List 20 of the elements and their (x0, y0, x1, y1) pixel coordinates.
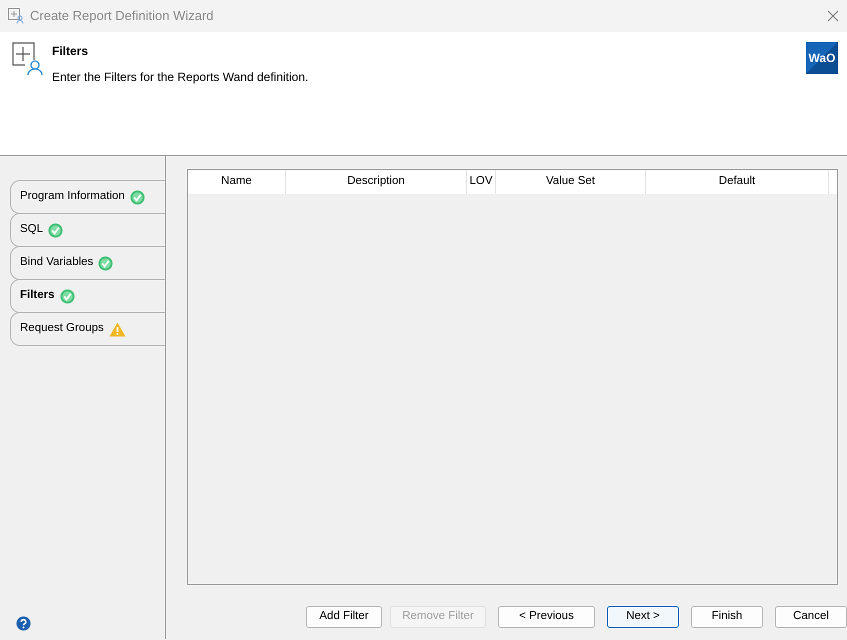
dialog-button[interactable]: Add Filter (306, 606, 382, 628)
column-header[interactable]: LOV (467, 170, 496, 194)
dialog-button[interactable]: Finish (691, 606, 763, 628)
dialog-button[interactable]: < Previous (498, 606, 595, 628)
dialog-button[interactable]: Next > (607, 606, 679, 628)
step-tab[interactable]: Request Groups (10, 312, 165, 346)
window-title: Create Report Definition Wizard (30, 7, 214, 26)
column-header[interactable]: Name (188, 170, 286, 194)
help-icon[interactable] (16, 616, 31, 631)
column-header[interactable]: Default (646, 170, 829, 194)
step-tab[interactable]: Program Information (10, 180, 165, 214)
add-user-icon (12, 42, 44, 76)
dialog-button[interactable]: Cancel (775, 606, 847, 628)
column-header[interactable]: Value Set (496, 170, 646, 194)
app-icon (8, 8, 24, 24)
column-header[interactable]: Description (286, 170, 467, 194)
page-title: Filters (52, 43, 90, 60)
close-icon[interactable] (827, 10, 839, 22)
logo: WaO (806, 42, 838, 74)
page-subtitle: Enter the Filters for the Reports Wand definition. (52, 69, 310, 86)
